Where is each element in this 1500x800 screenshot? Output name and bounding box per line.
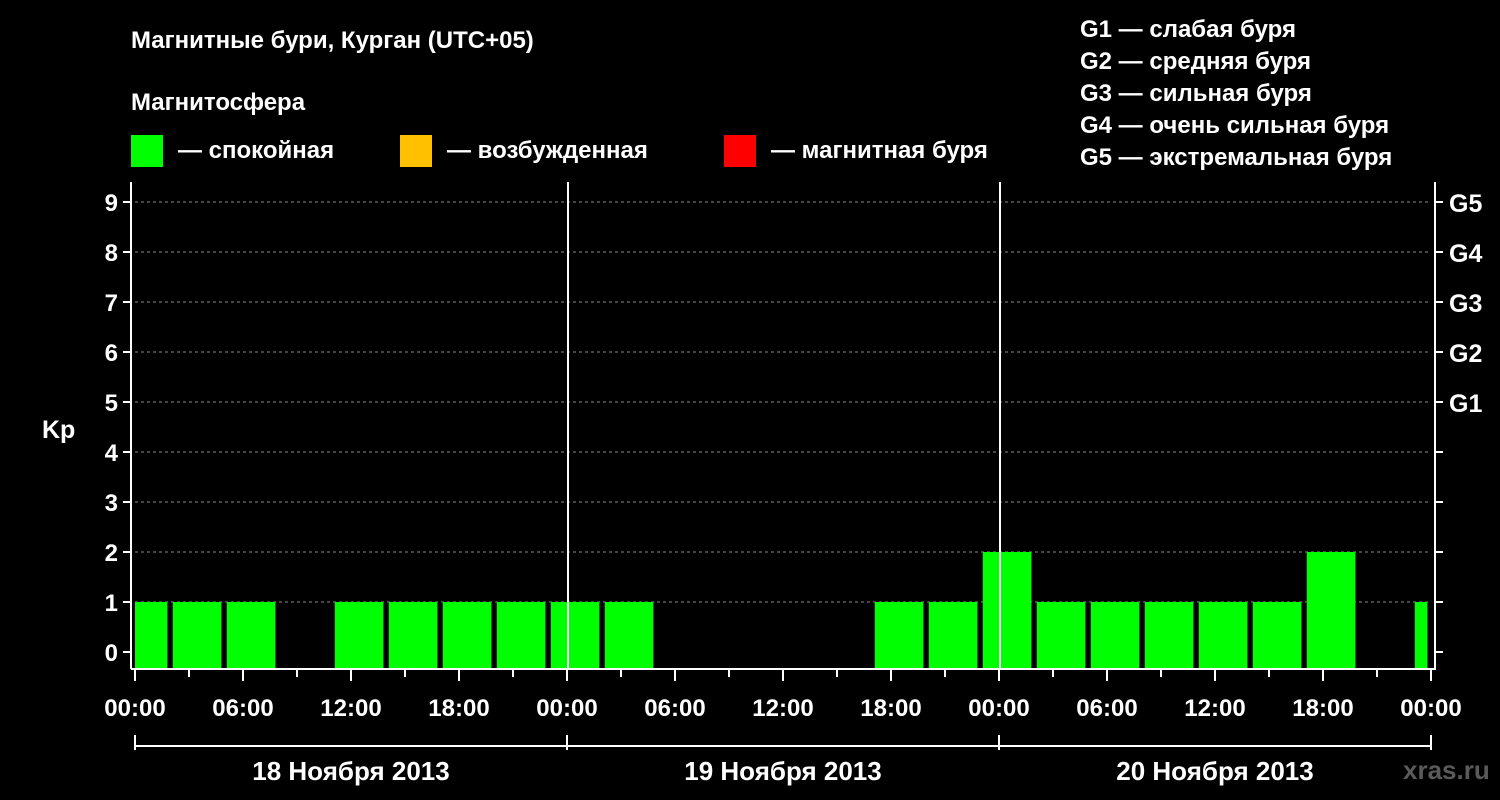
storm-level-label-g5: G5 — [1449, 190, 1482, 218]
storm-level-label-g3: G3 — [1449, 290, 1482, 318]
x-tick-label-8: 00:00 — [968, 695, 1029, 722]
y-tick-label-9: 9 — [105, 190, 118, 217]
x-tick-label-6: 12:00 — [752, 695, 813, 722]
grid-lines — [135, 201, 1431, 603]
y-tick-labels: 0 1 2 3 4 5 6 7 8 9 — [105, 190, 119, 667]
kp-bar-11 — [982, 552, 1032, 668]
kp-bar-4 — [388, 602, 438, 668]
legend-label-disturbed: — возбужденная — [447, 137, 648, 164]
chart-title: Магнитные бури, Курган (UTC+05) — [131, 27, 534, 54]
x-tick-label-9: 06:00 — [1076, 695, 1137, 722]
x-tick-label-1: 06:00 — [212, 695, 273, 722]
y-tick-label-4: 4 — [105, 440, 119, 467]
legend-label-storm: — магнитная буря — [771, 137, 988, 164]
kp-bar-12 — [1036, 602, 1086, 668]
y-tick-label-7: 7 — [105, 290, 118, 317]
y-tick-label-5: 5 — [105, 390, 118, 417]
x-tick-label-12: 00:00 — [1400, 695, 1461, 722]
y-tick-label-6: 6 — [105, 340, 118, 367]
day-labels: 18 Ноября 2013 19 Ноября 2013 20 Ноября 20… — [252, 756, 1313, 786]
kp-bar-14 — [1144, 602, 1194, 668]
y-tick-label-0: 0 — [105, 640, 118, 667]
storm-scale-g2: G2 — средняя буря — [1080, 48, 1311, 75]
storm-scale-g3: G3 — сильная буря — [1080, 80, 1312, 107]
y-tick-label-3: 3 — [105, 490, 118, 517]
y-tick-label-1: 1 — [105, 590, 118, 617]
legend-title: Магнитосфера — [131, 89, 306, 116]
legend-swatch-disturbed — [400, 135, 432, 167]
y-tick-label-8: 8 — [105, 240, 118, 267]
storm-level-label-g4: G4 — [1449, 240, 1482, 268]
kp-bar-10 — [928, 602, 978, 668]
kp-bar-6 — [496, 602, 546, 668]
storm-scale-g1: G1 — слабая буря — [1080, 16, 1296, 43]
storm-level-label-g2: G2 — [1449, 340, 1482, 368]
storm-scale-g5: G5 — экстремальная буря — [1080, 144, 1392, 171]
kp-bar-3 — [334, 602, 384, 668]
x-tick-labels: 00:00 06:00 12:00 18:00 00:00 06:00 12:00 18:00… — [104, 695, 1461, 722]
x-tick-label-5: 06:00 — [644, 695, 705, 722]
kp-bar-2 — [226, 602, 276, 668]
x-tick-label-2: 12:00 — [320, 695, 381, 722]
y-axis-label: Kp — [42, 416, 75, 444]
storm-scale-g4: G4 — очень сильная буря — [1080, 112, 1389, 139]
x-tick-label-4: 00:00 — [536, 695, 597, 722]
storm-level-label-g1: G1 — [1449, 390, 1482, 418]
x-tick-label-0: 00:00 — [104, 695, 165, 722]
kp-bar-1 — [172, 602, 222, 668]
storm-level-labels: G1 G2 G3 G4 G5 — [1449, 190, 1482, 418]
kp-bar-0 — [135, 602, 168, 668]
kp-bar-18 — [1414, 602, 1428, 668]
legend-label-quiet: — спокойная — [178, 137, 334, 164]
kp-bar-16 — [1252, 602, 1302, 668]
kp-bar-5 — [442, 602, 492, 668]
x-tick-label-7: 18:00 — [860, 695, 921, 722]
legend-swatch-storm — [724, 135, 756, 167]
y-tick-label-2: 2 — [105, 540, 118, 567]
kp-bar-8 — [604, 602, 654, 668]
legend-swatch-quiet — [131, 135, 163, 167]
watermark: xras.ru — [1403, 755, 1490, 785]
kp-chart: Магнитные бури, Курган (UTC+05) Магнитос… — [42, 16, 1490, 786]
kp-bars — [135, 552, 1428, 668]
x-tick-label-11: 18:00 — [1292, 695, 1353, 722]
kp-bar-13 — [1090, 602, 1140, 668]
kp-bar-17 — [1306, 552, 1356, 668]
day-label-1: 19 Ноября 2013 — [684, 756, 881, 786]
kp-bar-15 — [1198, 602, 1248, 668]
x-tick-label-10: 12:00 — [1184, 695, 1245, 722]
day-label-2: 20 Ноября 2013 — [1116, 756, 1313, 786]
day-label-0: 18 Ноября 2013 — [252, 756, 449, 786]
kp-bar-9 — [874, 602, 924, 668]
kp-bar-7 — [550, 602, 600, 668]
x-tick-label-3: 18:00 — [428, 695, 489, 722]
